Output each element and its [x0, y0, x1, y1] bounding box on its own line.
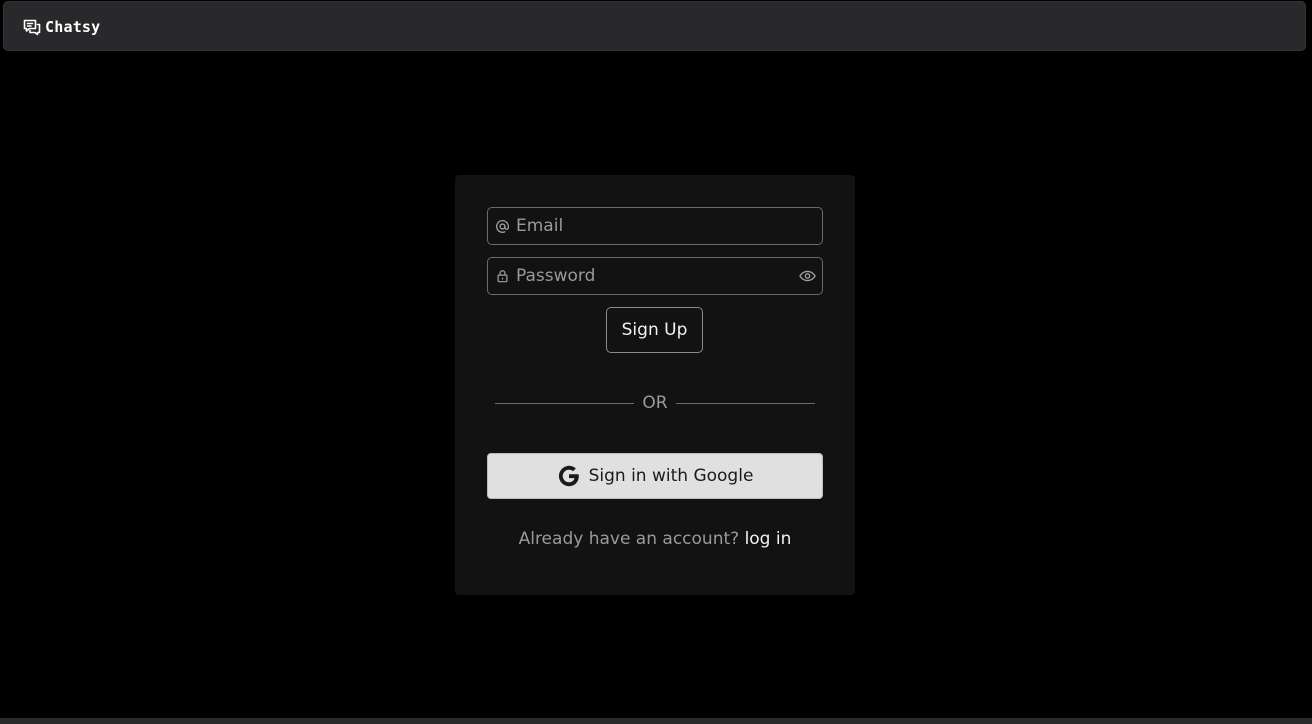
at-icon [494, 218, 510, 234]
signup-card: Sign Up OR Sign in with Google Already h… [455, 175, 855, 595]
window-bottom-edge [0, 718, 1312, 724]
email-field[interactable] [487, 207, 823, 245]
lock-icon [494, 268, 510, 284]
divider-line-right [675, 402, 816, 404]
chat-bubbles-icon [22, 17, 42, 37]
brand[interactable]: Chatsy [22, 17, 100, 37]
divider-text: OR [642, 393, 668, 413]
or-divider: OR [495, 393, 816, 413]
sign-up-button[interactable]: Sign Up [606, 307, 703, 353]
google-sign-in-button[interactable]: Sign in with Google [487, 453, 823, 499]
login-prompt-text: Already have an account? [518, 529, 745, 549]
eye-icon[interactable] [798, 267, 816, 285]
log-in-link[interactable]: log in [745, 529, 792, 549]
password-input[interactable] [516, 258, 798, 294]
password-field[interactable] [487, 257, 823, 295]
google-icon [557, 464, 581, 488]
app-name: Chatsy [45, 18, 101, 36]
login-prompt-line: Already have an account? log in [455, 529, 855, 549]
divider-line-left [495, 402, 635, 404]
google-button-label: Sign in with Google [588, 466, 754, 486]
top-navbar: Chatsy [3, 1, 1306, 51]
email-input[interactable] [516, 208, 822, 244]
